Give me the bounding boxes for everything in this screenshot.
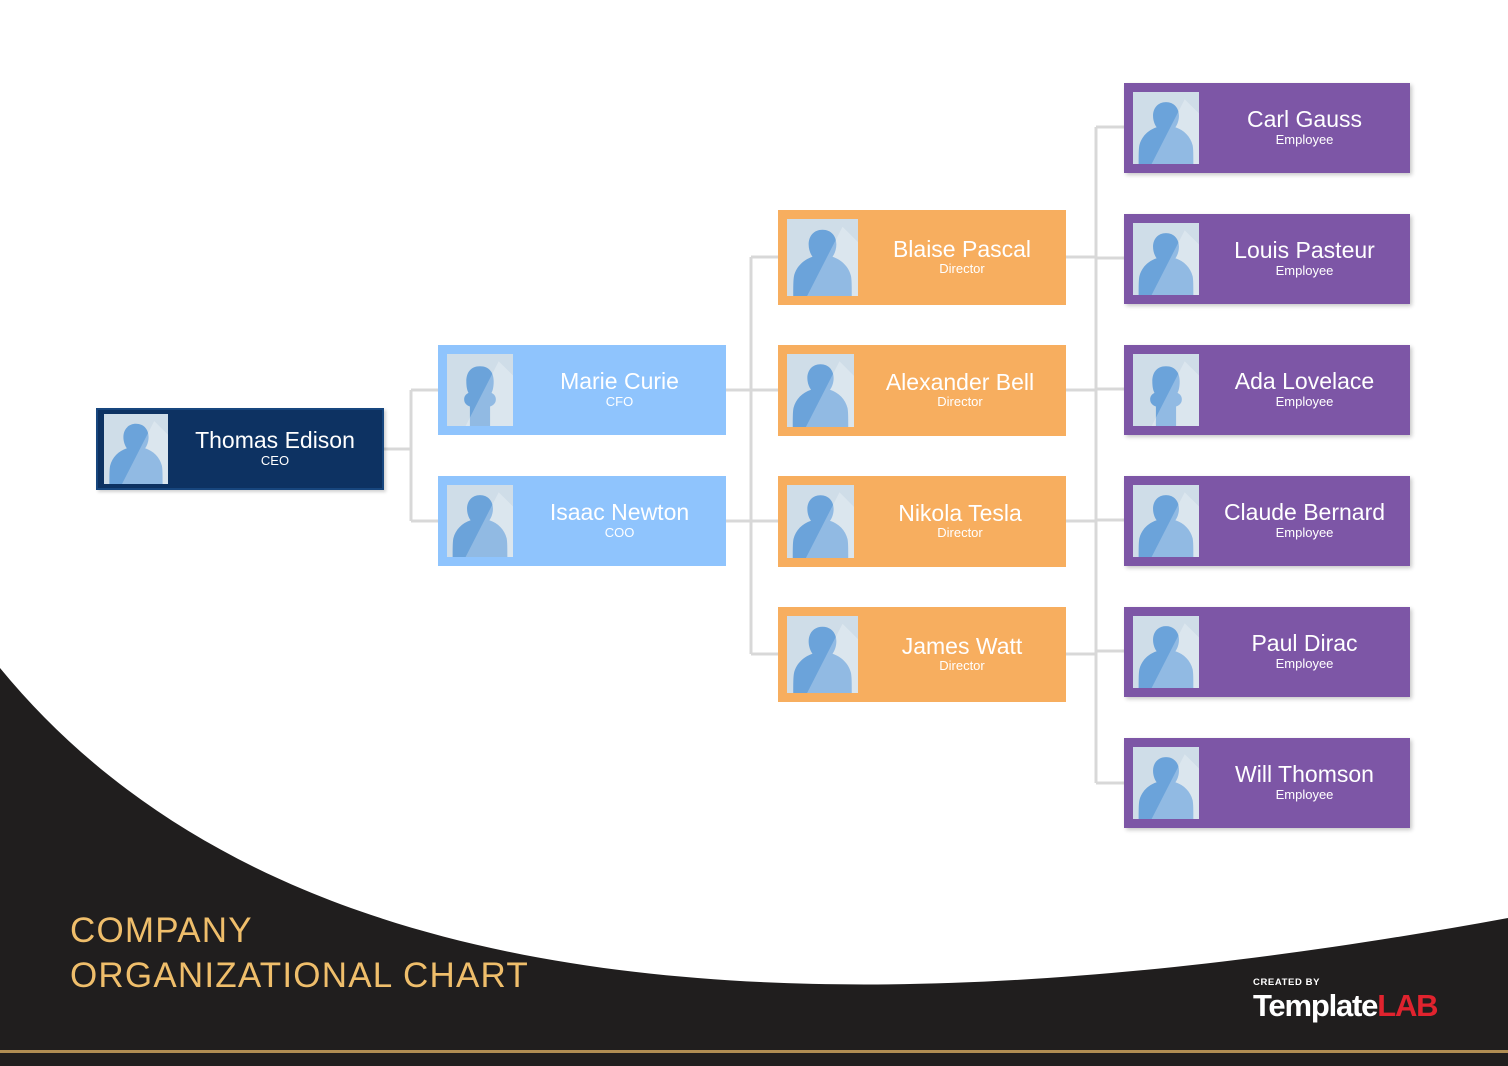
org-node-ceo[interactable]: Thomas Edison CEO: [96, 408, 384, 490]
org-node-name: James Watt: [901, 632, 1023, 659]
org-node-name: Louis Pasteur: [1234, 237, 1375, 264]
org-node-role: Employee: [1275, 131, 1334, 147]
org-node-role: CFO: [605, 393, 634, 409]
org-chart-slide: Thomas Edison CEO Marie Curie CFO Isaac Newt…: [0, 0, 1508, 1066]
org-node-text: Ada Lovelace Employee: [1199, 369, 1410, 411]
male-avatar-icon: [787, 354, 854, 427]
male-avatar-icon: [787, 616, 858, 693]
org-node-role: Employee: [1275, 393, 1334, 409]
org-node-d4[interactable]: James Watt Director: [778, 607, 1066, 702]
org-node-name: Alexander Bell: [885, 368, 1035, 395]
org-node-e1[interactable]: Marie Curie CFO: [438, 345, 726, 435]
org-node-text: Marie Curie CFO: [513, 369, 726, 411]
org-node-text: James Watt Director: [858, 632, 1066, 676]
org-node-name: Marie Curie: [560, 368, 679, 395]
male-avatar-icon: [1133, 485, 1199, 557]
male-avatar-icon: [1133, 92, 1199, 164]
org-node-name: Thomas Edison: [195, 427, 355, 454]
org-node-name: Nikola Tesla: [898, 499, 1022, 526]
org-node-text: Louis Pasteur Employee: [1199, 238, 1410, 280]
org-node-text: Will Thomson Employee: [1199, 762, 1410, 804]
logo-template-text: Template: [1253, 987, 1378, 1023]
logo-lab-text: LAB: [1377, 987, 1438, 1023]
page-title: COMPANY ORGANIZATIONAL CHART: [70, 908, 529, 998]
male-avatar-icon: [787, 485, 854, 558]
org-node-d2[interactable]: Alexander Bell Director: [778, 345, 1066, 436]
org-node-text: Claude Bernard Employee: [1199, 500, 1410, 542]
org-node-text: Isaac Newton COO: [513, 500, 726, 542]
org-node-p1[interactable]: Carl Gauss Employee: [1124, 83, 1410, 173]
female-avatar-icon: [1133, 354, 1199, 426]
logo-created-by-label: CREATED BY: [1253, 977, 1321, 988]
org-node-p4[interactable]: Claude Bernard Employee: [1124, 476, 1410, 566]
org-node-p2[interactable]: Louis Pasteur Employee: [1124, 214, 1410, 304]
org-node-e2[interactable]: Isaac Newton COO: [438, 476, 726, 566]
org-node-name: Will Thomson: [1235, 761, 1374, 788]
templatelab-logo[interactable]: CREATED BY TemplateLAB: [1253, 977, 1439, 1023]
male-avatar-icon: [447, 485, 513, 557]
org-node-role: Director: [937, 525, 983, 541]
male-avatar-icon: [1133, 616, 1199, 688]
male-avatar-icon: [1133, 747, 1199, 819]
org-node-p6[interactable]: Will Thomson Employee: [1124, 738, 1410, 828]
female-avatar-icon: [447, 354, 513, 426]
org-node-name: Claude Bernard: [1223, 499, 1386, 526]
org-node-role: Director: [939, 261, 985, 277]
org-node-name: Blaise Pascal: [892, 235, 1032, 262]
org-node-role: Employee: [1275, 786, 1334, 802]
male-avatar-icon: [1133, 223, 1199, 295]
org-node-role: Director: [937, 394, 983, 410]
org-node-name: Paul Dirac: [1251, 630, 1358, 657]
org-node-role: Employee: [1275, 262, 1334, 278]
org-node-role: CEO: [260, 452, 290, 468]
org-node-name: Carl Gauss: [1246, 106, 1363, 133]
org-node-role: Director: [939, 658, 985, 674]
org-node-role: Employee: [1275, 655, 1334, 671]
logo-wordmark: TemplateLAB: [1253, 987, 1439, 1023]
org-node-p3[interactable]: Ada Lovelace Employee: [1124, 345, 1410, 435]
male-avatar-icon: [104, 414, 168, 484]
org-node-text: Alexander Bell Director: [854, 368, 1066, 412]
org-node-text: Nikola Tesla Director: [854, 499, 1066, 543]
org-node-text: Blaise Pascal Director: [858, 235, 1066, 279]
org-node-name: Ada Lovelace: [1234, 368, 1375, 395]
org-node-d3[interactable]: Nikola Tesla Director: [778, 476, 1066, 567]
org-node-name: Isaac Newton: [549, 499, 690, 526]
org-node-text: Paul Dirac Employee: [1199, 631, 1410, 673]
org-node-role: Employee: [1275, 524, 1334, 540]
org-node-text: Thomas Edison CEO: [168, 428, 382, 470]
org-node-d1[interactable]: Blaise Pascal Director: [778, 210, 1066, 305]
org-node-p5[interactable]: Paul Dirac Employee: [1124, 607, 1410, 697]
org-node-text: Carl Gauss Employee: [1199, 107, 1410, 149]
male-avatar-icon: [787, 219, 858, 296]
title-line-company: COMPANY: [70, 911, 253, 950]
title-line-chart: ORGANIZATIONAL CHART: [70, 956, 529, 995]
org-node-role: COO: [604, 524, 635, 540]
